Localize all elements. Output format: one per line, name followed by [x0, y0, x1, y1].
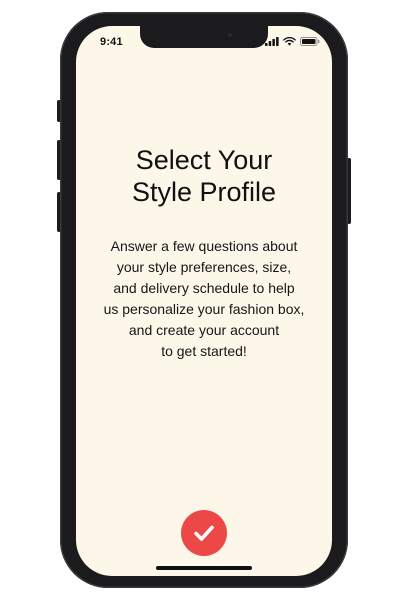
- description-line: your style preferences, size,: [116, 259, 292, 275]
- page-title: Select Your Style Profile: [76, 144, 332, 208]
- description-line: and create your account: [128, 322, 280, 338]
- description-line: to get started!: [161, 343, 247, 359]
- wifi-icon: [283, 37, 296, 46]
- notch: [140, 26, 268, 48]
- description-line: us personalize your fashion box,: [103, 301, 305, 317]
- battery-icon: [300, 37, 320, 46]
- page-title-line: Style Profile: [131, 177, 277, 207]
- description-line: and delivery schedule to help: [113, 280, 295, 296]
- home-indicator[interactable]: [156, 566, 252, 570]
- status-icons: [265, 37, 320, 46]
- cellular-signal-icon: [265, 37, 279, 46]
- status-time: 9:41: [100, 36, 123, 48]
- page-title-line: Select Your: [135, 145, 273, 175]
- description-text: Answer a few questions about your style …: [84, 236, 324, 362]
- front-camera-icon: [228, 33, 232, 37]
- confirm-button[interactable]: [181, 510, 227, 556]
- checkmark-icon: [194, 525, 214, 541]
- phone-screen: 9:41 Select Your Style Profile Answer a …: [76, 26, 332, 576]
- description-line: Answer a few questions about: [110, 238, 298, 254]
